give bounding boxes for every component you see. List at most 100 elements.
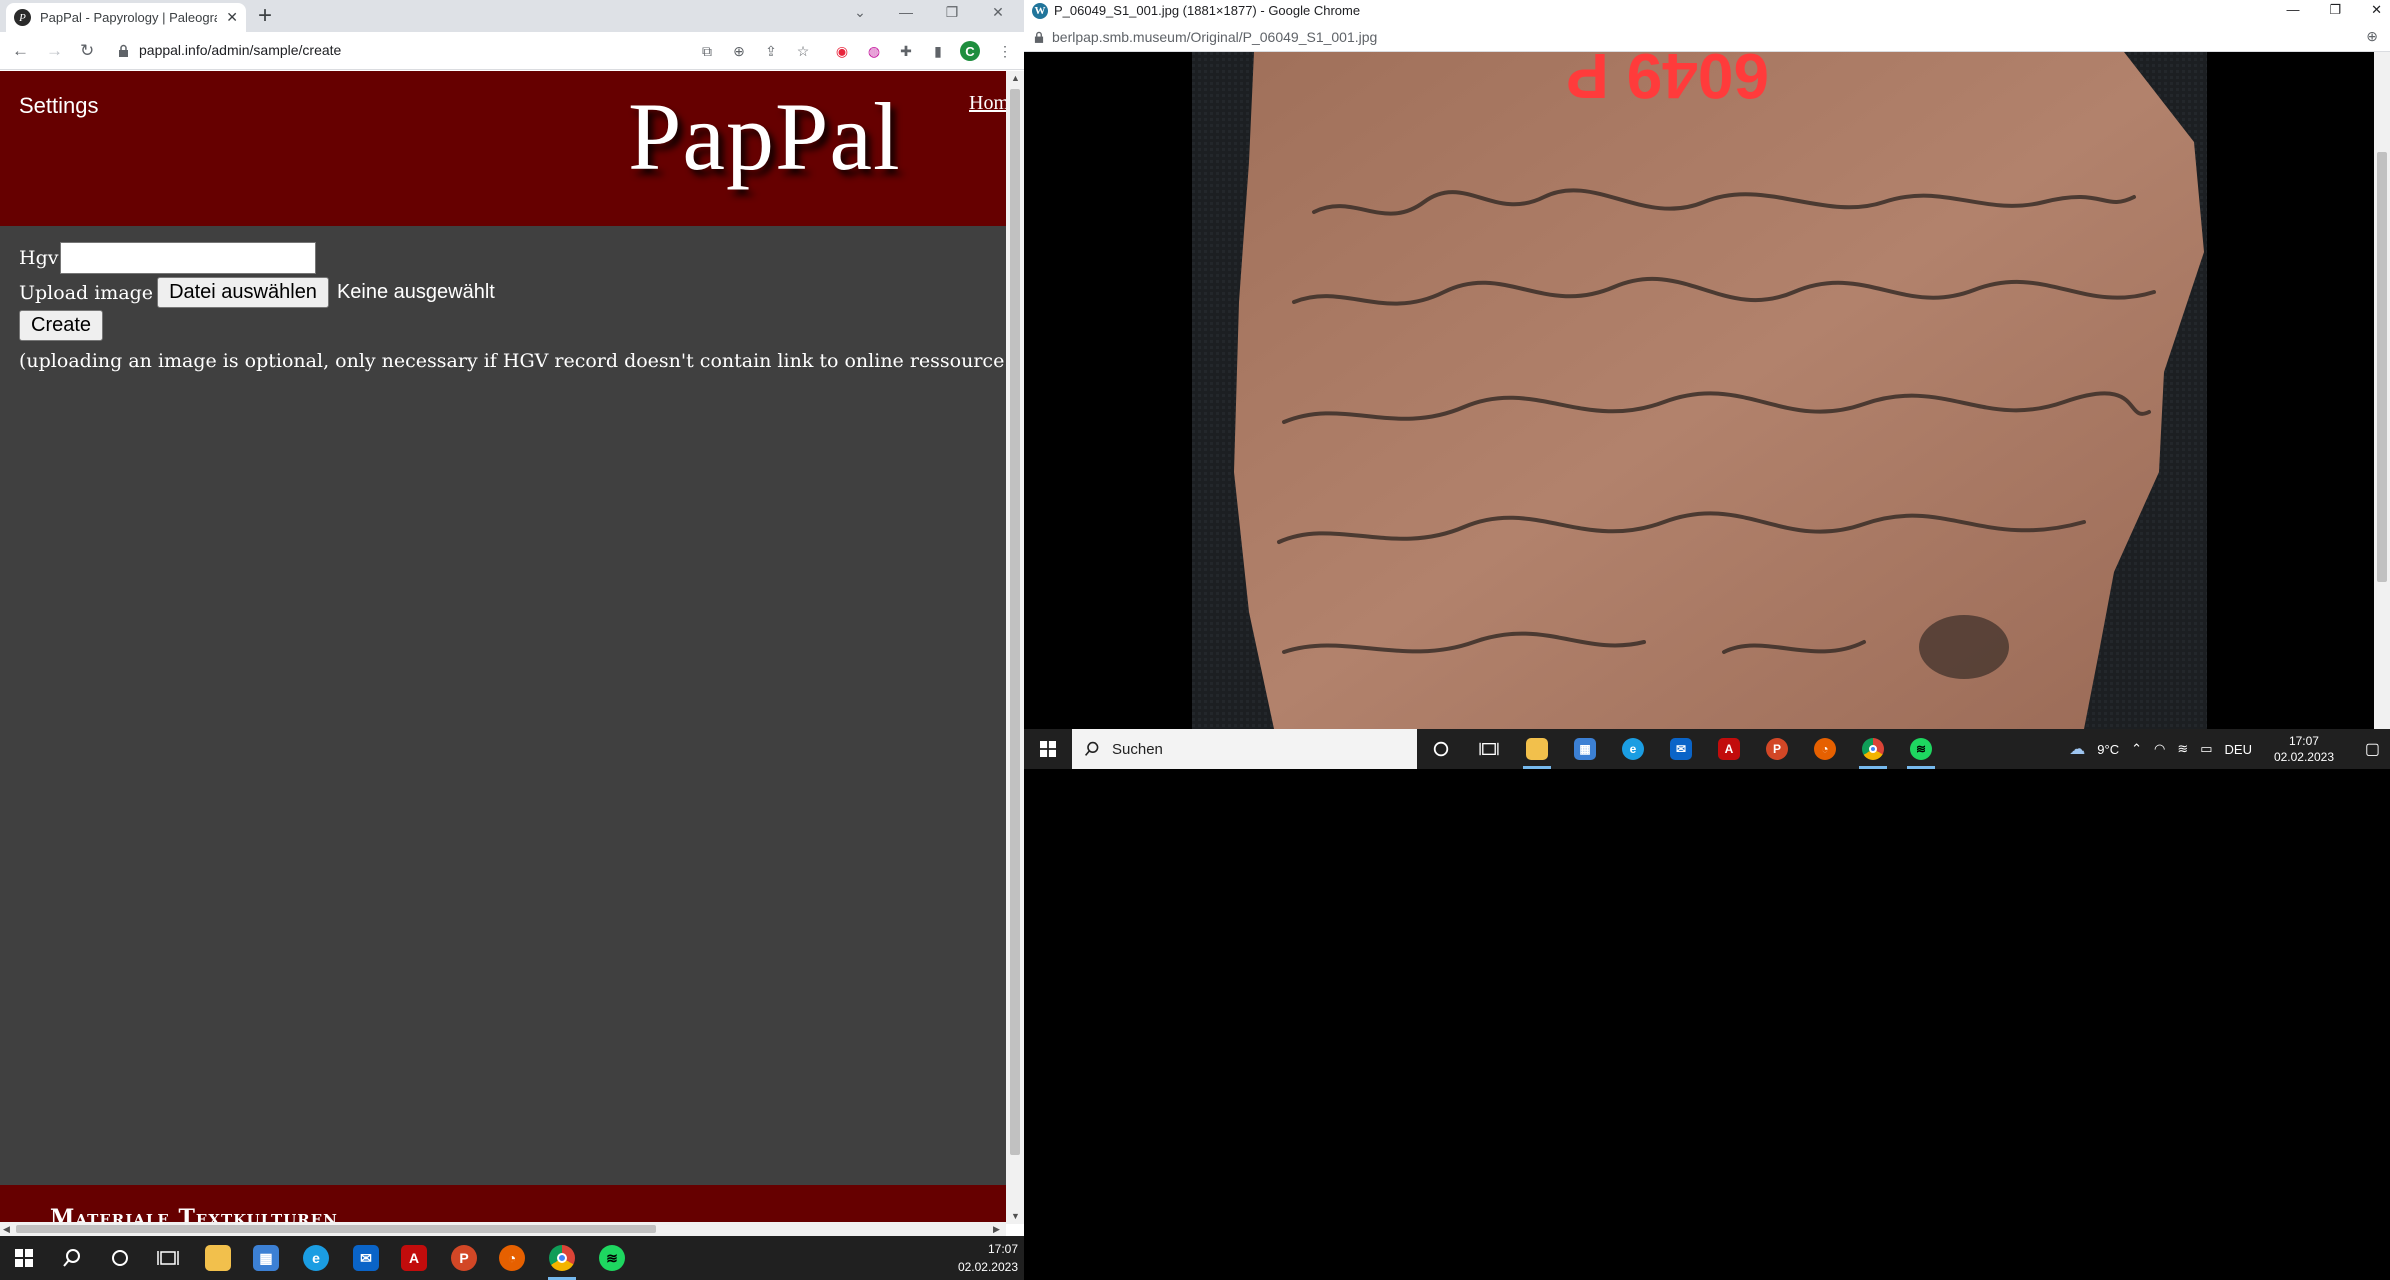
scroll-right-icon[interactable]: ▶ [993, 1224, 1000, 1235]
right-restore-icon[interactable]: ❐ [2329, 2, 2341, 18]
window-controls: ⌄ — ❐ ✕ [852, 4, 1006, 21]
home-link[interactable]: Home [969, 92, 1006, 115]
windows-start-icon[interactable] [0, 1236, 48, 1280]
right-close-icon[interactable]: ✕ [2371, 2, 2382, 18]
store-icon[interactable]: ▦ [242, 1236, 290, 1280]
profile-avatar[interactable]: C [960, 41, 980, 61]
settings-link[interactable]: Settings [19, 93, 99, 119]
scroll-up-icon[interactable]: ▲ [1011, 73, 1020, 83]
left-browser-window: P PapPal - Papyrology | Paleography ✕ + … [0, 0, 1024, 1236]
right-windows-start-icon[interactable] [1024, 729, 1072, 769]
tab-close-icon[interactable]: ✕ [226, 9, 238, 26]
zoom-icon[interactable]: ⊕ [729, 41, 749, 61]
tab-title: PapPal - Papyrology | Paleography [40, 10, 217, 25]
pappal-favicon-icon: P [14, 9, 31, 26]
share-icon[interactable]: ⇪ [761, 41, 781, 61]
right-spotify-icon[interactable]: ≋ [1897, 729, 1945, 769]
right-zoom-icon[interactable]: ⊕ [2366, 28, 2378, 45]
inventory-number: 6049 P [1566, 52, 1769, 112]
acrobat-icon[interactable]: A [390, 1236, 438, 1280]
menu-kebab-icon[interactable]: ⋮ [995, 41, 1015, 61]
language-indicator[interactable]: DEU [2225, 742, 2252, 757]
weather-cloud-icon[interactable]: ☁ [2069, 739, 2085, 759]
close-icon[interactable]: ✕ [990, 4, 1006, 21]
edge-icon[interactable]: e [292, 1236, 340, 1280]
right-firefox-icon[interactable]: ◔ [1801, 729, 1849, 769]
reload-icon[interactable]: ↻ [80, 41, 94, 61]
create-button[interactable]: Create [19, 310, 104, 341]
left-clock-date: 02.02.2023 [957, 1260, 1018, 1274]
right-mail-icon[interactable]: ✉ [1657, 729, 1705, 769]
spotify-icon[interactable]: ≋ [588, 1236, 636, 1280]
toolbar: ← → ↻ pappal.info/admin/sample/create ⧉ … [0, 32, 1024, 70]
vertical-scroll-thumb[interactable] [1010, 89, 1020, 1155]
notification-icon[interactable]: ▢ [2365, 739, 2380, 759]
weather-temperature[interactable]: 9°C [2097, 742, 2119, 757]
horizontal-scroll-thumb[interactable] [16, 1225, 656, 1233]
right-window-controls: — ❐ ✕ [2286, 2, 2382, 18]
image-viewer: 6049 P [1024, 52, 2374, 729]
ostracon-image[interactable]: 6049 P [1024, 52, 2374, 729]
right-powerpoint-icon[interactable]: P [1753, 729, 1801, 769]
upload-label: Upload image [19, 281, 154, 304]
extensions-puzzle-icon[interactable]: ✚ [896, 41, 916, 61]
extension-pink-icon[interactable]: ◍ [864, 41, 884, 61]
right-vertical-scroll-thumb[interactable] [2377, 152, 2387, 582]
right-lock-icon [1034, 31, 1044, 43]
address-bar[interactable]: pappal.info/admin/sample/create [118, 42, 341, 58]
right-chrome-icon[interactable] [1849, 729, 1897, 769]
side-panel-icon[interactable]: ▮ [928, 41, 948, 61]
upload-hint: (uploading an image is optional, only ne… [19, 350, 1006, 372]
search-icon[interactable] [48, 1236, 96, 1280]
hgv-input[interactable] [60, 242, 317, 274]
right-store-icon[interactable]: ▦ [1561, 729, 1609, 769]
right-file-explorer-icon[interactable] [1513, 729, 1561, 769]
right-edge-icon[interactable]: e [1609, 729, 1657, 769]
restore-icon[interactable]: ❐ [944, 4, 960, 21]
horizontal-scrollbar[interactable]: ◀ ▶ [0, 1222, 1006, 1236]
new-tab-button[interactable]: + [258, 2, 272, 30]
chrome-icon[interactable] [538, 1236, 586, 1280]
right-minimize-icon[interactable]: — [2286, 2, 2299, 18]
bookmark-star-icon[interactable]: ☆ [793, 41, 813, 61]
right-address-bar[interactable]: berlpap.smb.museum/Original/P_06049_S1_0… [1024, 22, 2390, 52]
scroll-left-icon[interactable]: ◀ [3, 1224, 10, 1235]
wifi-icon[interactable]: ≋ [2177, 741, 2188, 757]
wordpress-favicon-icon: W [1032, 3, 1048, 19]
network-icon[interactable]: ◠ [2154, 741, 2165, 757]
right-cortana-icon[interactable] [1417, 729, 1465, 769]
create-row: Create [19, 310, 104, 341]
lock-icon [119, 44, 128, 57]
mail-icon[interactable]: ✉ [342, 1236, 390, 1280]
hgv-label: Hgv [19, 247, 59, 269]
forward-icon[interactable]: → [46, 41, 63, 61]
minimize-icon[interactable]: — [898, 4, 914, 21]
right-clock-date: 02.02.2023 [2273, 750, 2334, 764]
site-header: Settings PapPal Home [0, 71, 1006, 226]
tray-chevron-icon[interactable]: ⌃ [2131, 741, 2142, 757]
translate-icon[interactable]: ⧉ [697, 41, 717, 61]
file-explorer-icon[interactable] [194, 1236, 242, 1280]
right-acrobat-icon[interactable]: A [1705, 729, 1753, 769]
tab-search-icon[interactable]: ⌄ [852, 4, 868, 21]
back-icon[interactable]: ← [12, 41, 29, 61]
right-vertical-scrollbar[interactable] [2374, 52, 2390, 729]
taskbar-search-box[interactable]: Suchen [1072, 729, 1417, 769]
file-status: Keine ausgewählt [336, 281, 495, 303]
task-view-icon[interactable] [144, 1236, 192, 1280]
powerpoint-icon[interactable]: P [440, 1236, 488, 1280]
choose-file-button[interactable]: Datei auswählen [157, 277, 329, 308]
scroll-down-icon[interactable]: ▼ [1011, 1211, 1020, 1221]
left-taskbar-clock[interactable]: 17:07 02.02.2023 [958, 1240, 1018, 1276]
vertical-scrollbar[interactable]: ▲ ▼ [1006, 71, 1024, 1224]
cortana-icon[interactable] [96, 1236, 144, 1280]
right-url-text: berlpap.smb.museum/Original/P_06049_S1_0… [1052, 29, 1378, 45]
potsherd-shape [1234, 52, 2204, 729]
right-task-view-icon[interactable] [1465, 729, 1513, 769]
firefox-icon[interactable]: ◔ [488, 1236, 536, 1280]
right-taskbar-clock[interactable]: 17:07 02.02.2023 [2274, 733, 2334, 765]
ink-blot [1919, 615, 2009, 679]
tab-pappal[interactable]: P PapPal - Papyrology | Paleography ✕ [6, 3, 246, 32]
extension-red-icon[interactable]: ◉ [832, 41, 852, 61]
battery-icon[interactable]: ▭ [2200, 741, 2212, 757]
